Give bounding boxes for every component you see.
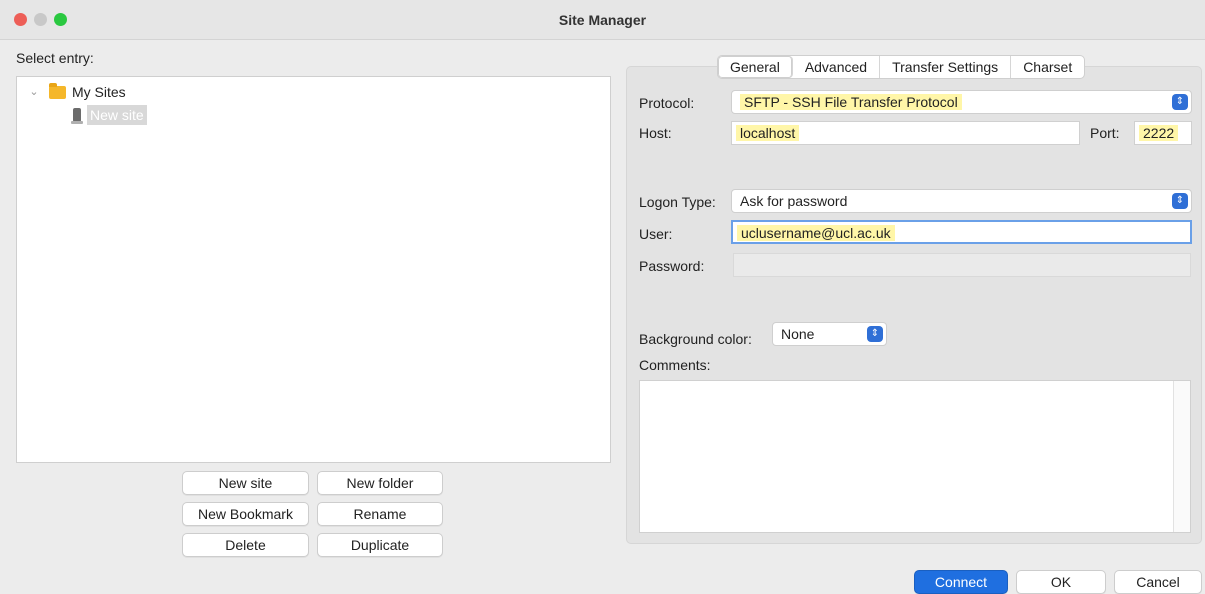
password-label: Password:	[639, 258, 705, 274]
connect-button[interactable]: Connect	[914, 570, 1008, 594]
duplicate-button[interactable]: Duplicate	[317, 533, 443, 557]
user-label: User:	[639, 226, 673, 242]
tab-transfer-settings[interactable]: Transfer Settings	[880, 56, 1012, 78]
port-value: 2222	[1139, 125, 1179, 141]
server-icon	[71, 108, 83, 124]
comments-label: Comments:	[639, 357, 711, 373]
tree-item-label: New site	[87, 105, 147, 125]
stepper-icon: ⇕	[867, 326, 883, 342]
port-label: Port:	[1090, 125, 1120, 141]
protocol-select[interactable]: SFTP - SSH File Transfer Protocol ⇕	[731, 90, 1192, 114]
select-entry-label: Select entry:	[16, 50, 94, 66]
chevron-down-icon[interactable]: ⌄	[29, 82, 39, 102]
window-title: Site Manager	[558, 12, 647, 28]
password-input[interactable]	[733, 253, 1191, 277]
tab-general[interactable]: General	[718, 56, 793, 78]
port-input[interactable]: 2222	[1134, 121, 1192, 145]
user-value: uclusername@ucl.ac.uk	[737, 225, 895, 241]
background-color-label: Background color:	[639, 331, 752, 347]
background-color-value: None	[781, 326, 815, 342]
folder-icon	[49, 82, 66, 99]
new-folder-button[interactable]: New folder	[317, 471, 443, 495]
logon-type-label: Logon Type:	[639, 194, 716, 210]
user-input[interactable]: uclusername@ucl.ac.uk	[731, 220, 1192, 244]
tree-item-label: My Sites	[72, 84, 126, 100]
delete-button[interactable]: Delete	[182, 533, 309, 557]
site-tree[interactable]: ⌄ My Sites New site	[16, 76, 611, 463]
host-input[interactable]: localhost	[731, 121, 1080, 145]
tab-charset[interactable]: Charset	[1011, 56, 1084, 78]
protocol-label: Protocol:	[639, 95, 695, 111]
logon-type-value: Ask for password	[740, 193, 848, 209]
stepper-icon: ⇕	[1172, 193, 1188, 209]
new-site-button[interactable]: New site	[182, 471, 309, 495]
ok-button[interactable]: OK	[1016, 570, 1106, 594]
rename-button[interactable]: Rename	[317, 502, 443, 526]
background-color-select[interactable]: None ⇕	[772, 322, 887, 346]
new-bookmark-button[interactable]: New Bookmark	[182, 502, 309, 526]
settings-tabs: General Advanced Transfer Settings Chars…	[717, 55, 1086, 79]
tab-advanced[interactable]: Advanced	[793, 56, 881, 78]
tree-item-my-sites[interactable]: ⌄ My Sites	[29, 82, 126, 102]
comments-textarea[interactable]	[639, 380, 1191, 533]
stepper-icon: ⇕	[1172, 94, 1188, 110]
cancel-button[interactable]: Cancel	[1114, 570, 1202, 594]
logon-type-select[interactable]: Ask for password ⇕	[731, 189, 1192, 213]
comments-scrollbar[interactable]	[1173, 381, 1190, 532]
protocol-value: SFTP - SSH File Transfer Protocol	[740, 94, 962, 110]
host-label: Host:	[639, 125, 672, 141]
tree-item-new-site[interactable]: New site	[71, 105, 147, 125]
host-value: localhost	[736, 125, 800, 141]
